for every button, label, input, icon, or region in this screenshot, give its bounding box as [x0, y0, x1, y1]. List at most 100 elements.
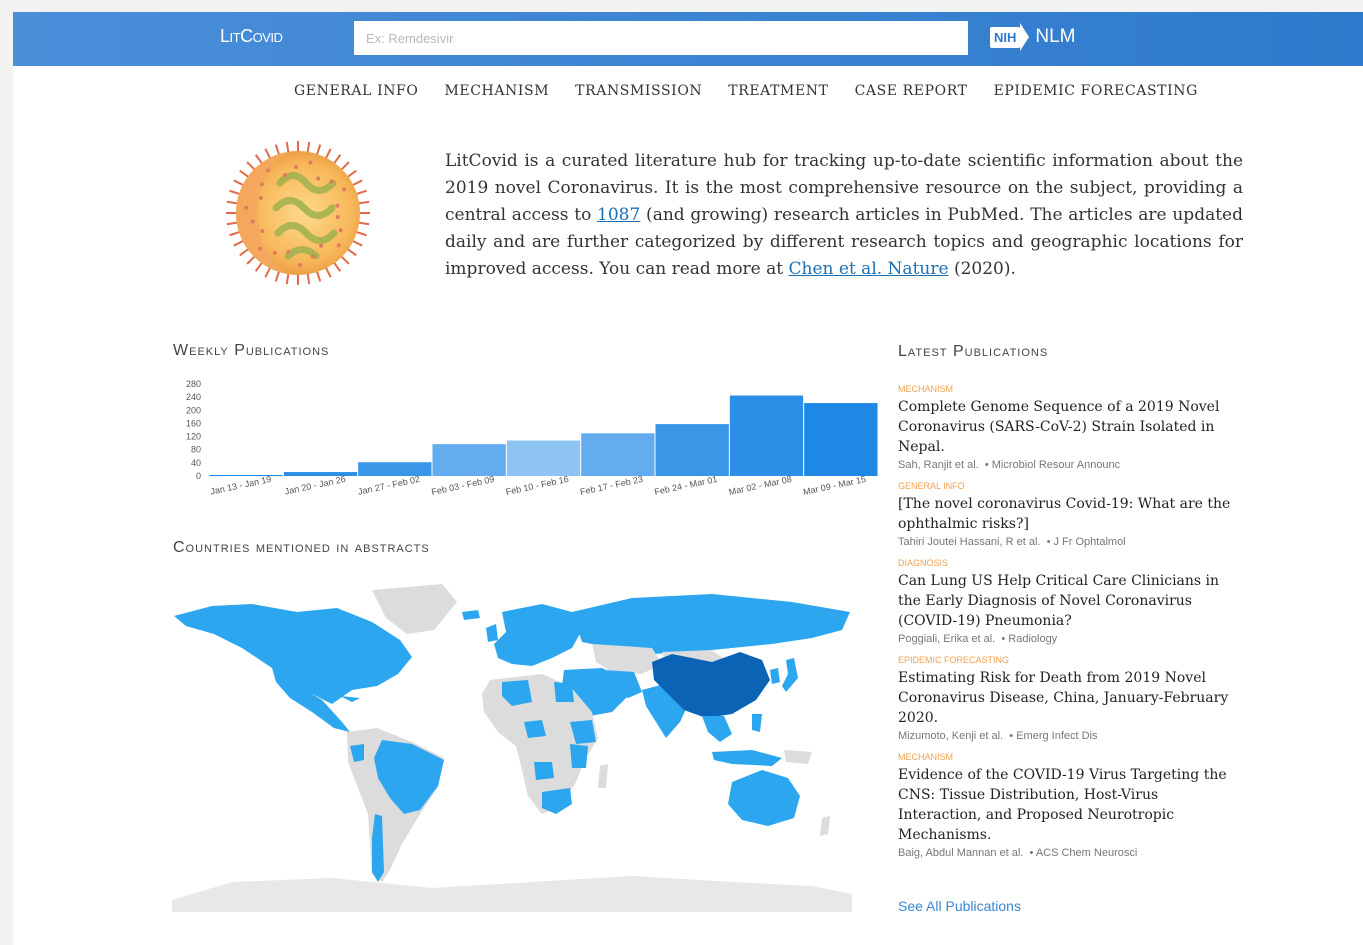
intro-paragraph: LitCovid is a curated literature hub for… — [445, 148, 1243, 283]
bar-feb03-feb09[interactable] — [432, 444, 506, 476]
publication-meta: Baig, Abdul Mannan et al. • ACS Chem Neu… — [898, 847, 1238, 859]
page: LitCovid NIH NLM GENERAL INFO MECHANISM TR… — [13, 12, 1363, 945]
bullet-icon: • — [1046, 536, 1051, 548]
map-region-east-africa — [570, 744, 588, 768]
publication-meta: Poggiali, Erika et al. • Radiology — [898, 633, 1238, 645]
nav-tab-treatment[interactable]: TREATMENT — [728, 83, 828, 99]
publication-title[interactable]: Evidence of the COVID-19 Virus Targeting… — [898, 765, 1238, 845]
publication-authors: Sah, Ranjit et al. — [898, 459, 979, 471]
publication-meta: Sah, Ranjit et al. • Microbiol Resour An… — [898, 459, 1238, 471]
bar-feb24-mar01[interactable] — [655, 424, 729, 476]
publication-journal: J Fr Ophtalmol — [1053, 536, 1126, 548]
topic-nav: GENERAL INFO MECHANISM TRANSMISSION TREATME… — [294, 83, 1198, 99]
weekly-publications-title: Weekly Publications — [173, 342, 330, 359]
map-region-russia — [572, 594, 850, 654]
publication-item: General Info [The novel coronavirus Covid… — [898, 481, 1238, 548]
weekly-publications-chart: 280 240 200 160 120 80 40 0 Jan 13 - Jan 19 Jan 2… — [186, 379, 878, 497]
nav-tab-mechanism[interactable]: MECHANISM — [444, 83, 549, 99]
map-region-new-guinea — [784, 750, 812, 764]
publication-item: Epidemic Forecasting Estimating Risk for … — [898, 655, 1238, 742]
map-region-philippines — [752, 714, 762, 732]
map-region-new-zealand — [820, 816, 830, 836]
nih-badge: NIH — [990, 26, 1021, 48]
latest-publications-title: Latest Publications — [898, 343, 1049, 360]
bar-mar02-mar08[interactable] — [729, 395, 804, 477]
map-region-southeast-asia — [702, 716, 732, 742]
publication-title[interactable]: Estimating Risk for Death from 2019 Nove… — [898, 668, 1238, 728]
nih-nlm-logo[interactable]: NIH NLM — [990, 23, 1076, 51]
y-tick-label: 280 — [186, 379, 201, 389]
y-tick-label: 240 — [186, 392, 201, 402]
map-region-greenland — [372, 584, 457, 634]
bullet-icon: • — [1029, 847, 1034, 859]
nih-arrow-icon — [1020, 23, 1030, 51]
map-region-angola — [534, 762, 554, 780]
publication-category[interactable]: Mechanism — [898, 384, 1238, 394]
countries-title: Countries mentioned in abstracts — [173, 539, 430, 556]
publication-journal: Microbiol Resour Announc — [991, 459, 1121, 471]
latest-publications-list: Mechanism Complete Genome Sequence of a 2… — [898, 384, 1238, 869]
bar-mar09-mar15[interactable] — [804, 403, 878, 476]
publication-title[interactable]: Can Lung US Help Critical Care Clinician… — [898, 571, 1238, 631]
search-input[interactable] — [354, 21, 968, 55]
y-tick-label: 200 — [186, 405, 201, 415]
publication-journal: Emerg Infect Dis — [1016, 730, 1098, 742]
bar-feb10-feb16[interactable] — [506, 440, 581, 476]
litcovid-logo[interactable]: LitCovid — [220, 26, 283, 47]
bullet-icon: • — [1009, 730, 1014, 742]
nlm-label: NLM — [1035, 26, 1076, 47]
article-count-link[interactable]: 1087 — [597, 205, 640, 225]
map-region-egypt — [554, 682, 574, 702]
publication-category[interactable]: Epidemic Forecasting — [898, 655, 1238, 665]
y-tick-label: 80 — [191, 445, 201, 455]
publication-authors: Mizumoto, Kenji et al. — [898, 730, 1004, 742]
publication-journal: ACS Chem Neurosci — [1035, 847, 1138, 859]
intro-text-3: (2020). — [948, 259, 1016, 279]
x-tick-label: Jan 13 - Jan 19 — [209, 474, 272, 497]
top-header: LitCovid NIH NLM — [13, 12, 1363, 66]
y-tick-label: 40 — [191, 458, 201, 468]
nav-tab-case-report[interactable]: CASE REPORT — [855, 83, 968, 99]
map-region-europe — [494, 604, 582, 666]
publication-authors: Baig, Abdul Mannan et al. — [898, 847, 1024, 859]
bullet-icon: • — [984, 459, 989, 471]
bar-jan20-jan26[interactable] — [283, 472, 358, 476]
map-region-uk — [486, 624, 498, 642]
publication-authors: Tahiri Joutei Hassani, R et al. — [898, 536, 1041, 548]
map-region-chile — [372, 814, 384, 882]
map-region-japan — [782, 658, 798, 692]
publication-item: Mechanism Evidence of the COVID-19 Virus … — [898, 752, 1238, 859]
publication-category[interactable]: Mechanism — [898, 752, 1238, 762]
publication-title[interactable]: Complete Genome Sequence of a 2019 Novel… — [898, 397, 1238, 457]
publication-title[interactable]: [The novel coronavirus Covid-19: What ar… — [898, 494, 1238, 534]
x-tick-label: Jan 20 - Jan 26 — [284, 474, 347, 497]
x-tick-label: Mar 02 - Mar 08 — [728, 474, 793, 497]
publication-category[interactable]: General Info — [898, 481, 1238, 491]
x-tick-label: Feb 24 - Mar 01 — [653, 474, 718, 497]
y-tick-label: 160 — [186, 418, 201, 428]
see-all-publications-link[interactable]: See All Publications — [898, 898, 1021, 914]
y-tick-label: 120 — [186, 432, 201, 442]
map-region-antarctica — [172, 876, 852, 912]
bar-jan27-feb02[interactable] — [358, 462, 432, 476]
publication-meta: Mizumoto, Kenji et al. • Emerg Infect Di… — [898, 730, 1238, 742]
bar-feb17-feb23[interactable] — [581, 433, 655, 476]
reference-link[interactable]: Chen et al. Nature — [789, 259, 949, 279]
publication-authors: Poggiali, Erika et al. — [898, 633, 996, 645]
nav-tab-transmission[interactable]: TRANSMISSION — [575, 83, 702, 99]
x-tick-label: Mar 09 - Mar 15 — [802, 474, 867, 497]
bullet-icon: • — [1001, 633, 1006, 645]
publication-meta: Tahiri Joutei Hassani, R et al. • J Fr O… — [898, 536, 1238, 548]
x-tick-label: Feb 03 - Feb 09 — [430, 474, 495, 497]
publication-item: Diagnosis Can Lung US Help Critical Care … — [898, 558, 1238, 645]
nav-tab-epidemic-forecasting[interactable]: EPIDEMIC FORECASTING — [994, 83, 1198, 99]
map-region-korea — [770, 668, 780, 684]
nav-tab-general-info[interactable]: GENERAL INFO — [294, 83, 418, 99]
world-map[interactable] — [172, 582, 852, 912]
x-tick-label: Feb 10 - Feb 16 — [505, 474, 570, 497]
publication-category[interactable]: Diagnosis — [898, 558, 1238, 568]
y-tick-label: 0 — [196, 471, 201, 481]
bar-jan13-jan19[interactable] — [209, 475, 283, 476]
map-region-iceland — [462, 610, 480, 620]
x-tick-label: Jan 27 - Feb 02 — [357, 474, 421, 497]
